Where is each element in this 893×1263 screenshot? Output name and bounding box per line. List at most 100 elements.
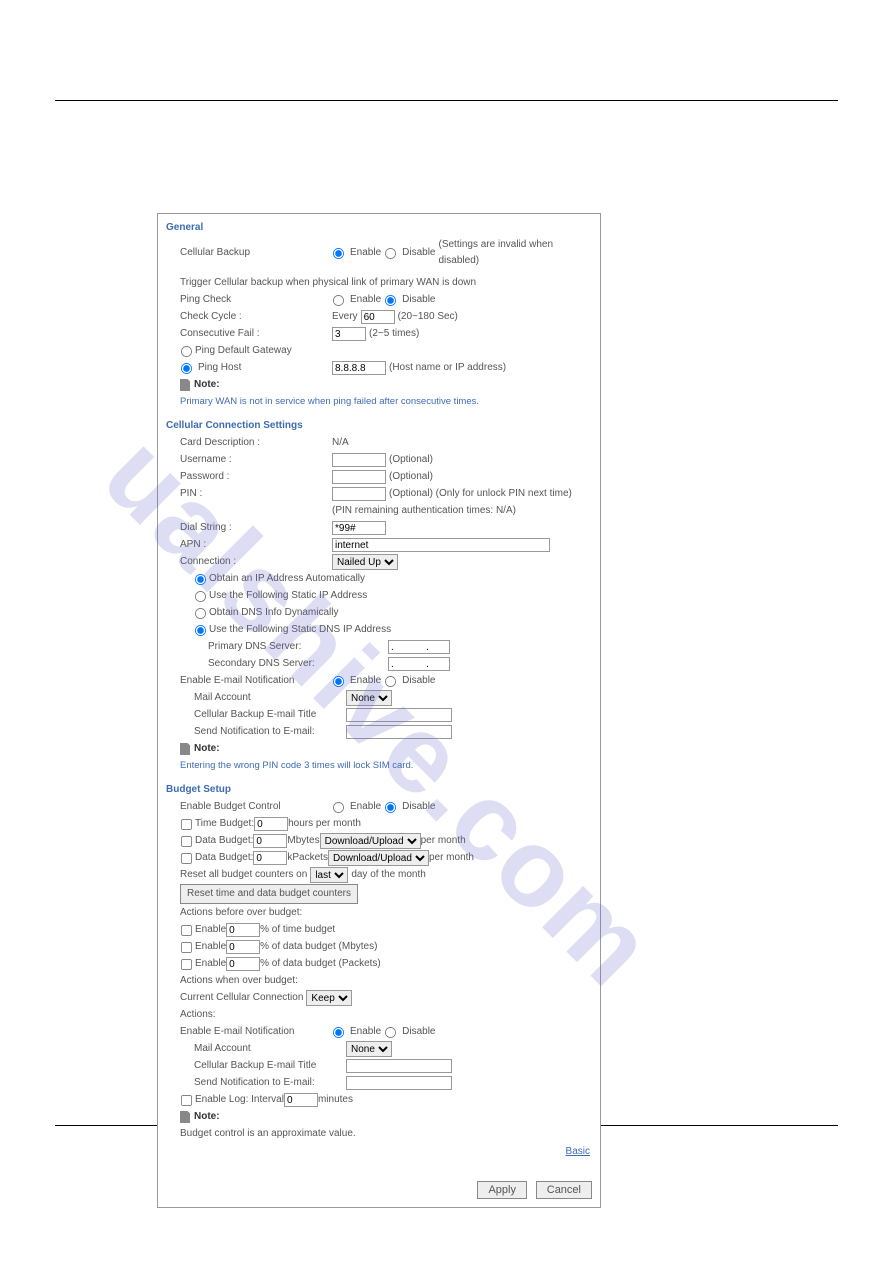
- password-label: Password :: [180, 469, 332, 485]
- reset-counters-label: Reset all budget counters on: [180, 867, 307, 883]
- pct-time-label: % of time budget: [260, 922, 335, 938]
- budget-email-disable-radio[interactable]: [385, 1026, 396, 1037]
- connection-select[interactable]: Nailed Up: [332, 554, 398, 570]
- secondary-dns-input[interactable]: [388, 657, 450, 671]
- pct-data-pk-check[interactable]: [181, 958, 192, 969]
- note-icon: [180, 743, 190, 755]
- ip-static-radio[interactable]: [195, 590, 206, 601]
- dial-input[interactable]: [332, 521, 386, 535]
- section-budget-title: Budget Setup: [166, 784, 592, 795]
- mail-account-label: Mail Account: [194, 690, 346, 706]
- data-budget-mb-label: Data Budget:: [195, 833, 253, 849]
- check-cycle-input[interactable]: [361, 310, 395, 324]
- data-budget-pk-input[interactable]: [253, 851, 287, 865]
- pct-data-mb-input[interactable]: [226, 940, 260, 954]
- per-month-2: per month: [429, 850, 474, 866]
- email-title-input[interactable]: [346, 708, 452, 722]
- budget-email-enable-radio[interactable]: [333, 1026, 344, 1037]
- budget-enable-radio[interactable]: [333, 801, 344, 812]
- enable-3: Enable: [195, 956, 226, 972]
- mail-account-select[interactable]: None: [346, 690, 392, 706]
- dns-static-radio[interactable]: [195, 624, 206, 635]
- actions-before-label: Actions before over budget:: [166, 905, 592, 921]
- enable-log-label: Enable Log: Interval: [195, 1092, 284, 1108]
- email-notif-disable-radio[interactable]: [385, 675, 396, 686]
- note-icon: [180, 379, 190, 391]
- minutes-label: minutes: [318, 1092, 353, 1108]
- dns-auto-radio[interactable]: [195, 607, 206, 618]
- password-input[interactable]: [332, 470, 386, 484]
- budget-send-to-input[interactable]: [346, 1076, 452, 1090]
- pk-direction-select[interactable]: Download/Upload: [328, 850, 429, 866]
- secondary-dns-label: Secondary DNS Server:: [208, 656, 388, 672]
- pct-time-input[interactable]: [226, 923, 260, 937]
- consecutive-fail-input[interactable]: [332, 327, 366, 341]
- data-budget-pk-check[interactable]: [181, 852, 192, 863]
- apn-input[interactable]: [332, 538, 550, 552]
- password-optional: (Optional): [389, 469, 433, 485]
- section-general-title: General: [166, 222, 592, 233]
- budget-mail-account-select[interactable]: None: [346, 1041, 392, 1057]
- connection-label: Connection :: [180, 554, 332, 570]
- time-budget-input[interactable]: [254, 817, 288, 831]
- ping-disable-text: Disable: [402, 292, 435, 308]
- budget-email-title-input[interactable]: [346, 1059, 452, 1073]
- ping-check-disable-radio[interactable]: [385, 294, 396, 305]
- username-optional: (Optional): [389, 452, 433, 468]
- budget-email-notif-label: Enable E-mail Notification: [180, 1024, 332, 1040]
- pct-data-pk-label: % of data budget (Packets): [260, 956, 381, 972]
- b-email-disable-text: Disable: [402, 1024, 435, 1040]
- enable-log-check[interactable]: [181, 1094, 192, 1105]
- ping-check-enable-radio[interactable]: [333, 294, 344, 305]
- data-budget-mb-input[interactable]: [253, 834, 287, 848]
- apply-button[interactable]: Apply: [477, 1181, 527, 1199]
- primary-dns-input[interactable]: [388, 640, 450, 654]
- mb-direction-select[interactable]: Download/Upload: [320, 833, 421, 849]
- ping-gateway-radio[interactable]: [181, 345, 192, 356]
- dial-label: Dial String :: [180, 520, 332, 536]
- cellular-backup-enable-radio[interactable]: [333, 247, 344, 258]
- ping-host-input[interactable]: [332, 361, 386, 375]
- basic-link[interactable]: Basic: [566, 1146, 590, 1157]
- pct-data-mb-label: % of data budget (Mbytes): [260, 939, 377, 955]
- ping-host-radio[interactable]: [181, 362, 192, 373]
- time-budget-check[interactable]: [181, 818, 192, 829]
- budget-disable-radio[interactable]: [385, 801, 396, 812]
- data-budget-mb-check[interactable]: [181, 835, 192, 846]
- reset-counters-button[interactable]: Reset time and data budget counters: [180, 884, 358, 904]
- disable-text: Disable: [402, 245, 435, 261]
- trigger-text: Trigger Cellular backup when physical li…: [180, 275, 476, 291]
- username-label: Username :: [180, 452, 332, 468]
- pct-time-check[interactable]: [181, 924, 192, 935]
- ping-enable-text: Enable: [350, 292, 381, 308]
- reset-day-select[interactable]: last: [310, 867, 348, 883]
- ip-auto-radio[interactable]: [195, 573, 206, 584]
- pct-data-pk-input[interactable]: [226, 957, 260, 971]
- budget-disable-text: Disable: [402, 799, 435, 815]
- enable-budget-label: Enable Budget Control: [180, 799, 332, 815]
- log-interval-input[interactable]: [284, 1093, 318, 1107]
- ping-check-label: Ping Check: [180, 292, 332, 308]
- email-notif-label: Enable E-mail Notification: [180, 673, 332, 689]
- pct-data-mb-check[interactable]: [181, 941, 192, 952]
- email-notif-enable-radio[interactable]: [333, 675, 344, 686]
- note-label-text: Note:: [194, 377, 220, 393]
- enable-1: Enable: [195, 922, 226, 938]
- mbytes-text: Mbytes: [287, 833, 319, 849]
- ping-host-hint: (Host name or IP address): [389, 360, 506, 376]
- day-of-month: day of the month: [351, 867, 426, 883]
- per-month-1: per month: [421, 833, 466, 849]
- pin-input[interactable]: [332, 487, 386, 501]
- pin-label: PIN :: [180, 486, 332, 502]
- card-desc-label: Card Description :: [180, 435, 332, 451]
- every-text: Every: [332, 309, 358, 325]
- ping-gateway-label: Ping Default Gateway: [195, 343, 292, 359]
- send-to-input[interactable]: [346, 725, 452, 739]
- cellular-backup-disable-radio[interactable]: [385, 247, 396, 258]
- general-note-text: Primary WAN is not in service when ping …: [166, 394, 592, 410]
- note-icon: [180, 1111, 190, 1123]
- dns-auto-label: Obtain DNS Info Dynamically: [209, 605, 339, 621]
- username-input[interactable]: [332, 453, 386, 467]
- current-conn-select[interactable]: Keep: [306, 990, 352, 1006]
- cancel-button[interactable]: Cancel: [536, 1181, 592, 1199]
